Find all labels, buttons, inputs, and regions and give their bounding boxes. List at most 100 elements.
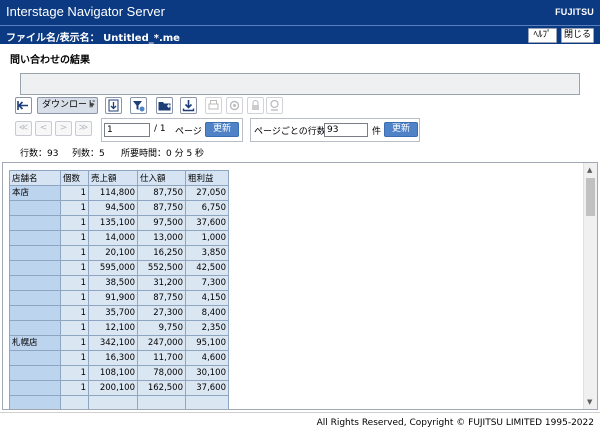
value-cell: 1,000 bbox=[185, 230, 229, 246]
store-name-cell bbox=[9, 200, 61, 216]
prev-page-button[interactable]: < bbox=[35, 121, 52, 136]
folder-add-button[interactable] bbox=[156, 97, 173, 114]
back-button[interactable] bbox=[15, 97, 32, 114]
lock-button[interactable] bbox=[247, 97, 264, 114]
column-count: 列数：5 bbox=[72, 149, 105, 159]
rows-per-page-input[interactable]: 93 bbox=[324, 123, 368, 137]
value-cell: 38,500 bbox=[88, 275, 138, 291]
table-row bbox=[9, 395, 229, 409]
store-name-cell bbox=[9, 230, 61, 246]
table-row: 札幌店 1 342,100 247,000 95,100 bbox=[9, 335, 229, 351]
column-header[interactable]: 粗利益 bbox=[185, 170, 229, 186]
value-cell: 108,100 bbox=[88, 365, 138, 381]
value-cell: 11,700 bbox=[137, 350, 186, 366]
value-cell: 1 bbox=[60, 245, 89, 261]
value-cell: 1 bbox=[60, 260, 89, 276]
table-row: 1 12,100 9,750 2,350 bbox=[9, 320, 229, 336]
column-header[interactable]: 店舗名 bbox=[9, 170, 61, 186]
section-title: 問い合わせの結果 bbox=[10, 55, 90, 66]
app-title: Interstage Navigator Server bbox=[6, 4, 165, 19]
config-button[interactable] bbox=[266, 97, 283, 114]
file-name-label: ファイル名/表示名： Untitled_*.me bbox=[6, 33, 180, 44]
column-header[interactable]: 仕入額 bbox=[137, 170, 186, 186]
value-cell: 27,050 bbox=[185, 185, 229, 201]
close-button[interactable]: 閉じる bbox=[561, 28, 594, 43]
value-cell: 135,100 bbox=[88, 215, 138, 231]
last-page-button[interactable]: ≫ bbox=[75, 121, 92, 136]
value-cell: 13,000 bbox=[137, 230, 186, 246]
column-header[interactable]: 個数 bbox=[60, 170, 89, 186]
rows-per-page-unit: 件 bbox=[372, 127, 382, 137]
value-cell: 162,500 bbox=[137, 380, 186, 396]
value-cell: 1 bbox=[60, 365, 89, 381]
rows-update-button[interactable]: 更新 bbox=[384, 122, 418, 137]
table-row: 1 108,100 78,000 30,100 bbox=[9, 365, 229, 381]
value-cell: 114,800 bbox=[88, 185, 138, 201]
value-cell: 97,500 bbox=[137, 215, 186, 231]
scroll-up-icon[interactable]: ▲ bbox=[587, 166, 592, 174]
value-cell: 14,000 bbox=[88, 230, 138, 246]
value-cell: 1 bbox=[60, 200, 89, 216]
value-cell: 342,100 bbox=[88, 335, 138, 351]
export-button[interactable] bbox=[105, 97, 122, 114]
value-cell: 200,100 bbox=[88, 380, 138, 396]
download-button[interactable] bbox=[180, 97, 197, 114]
value-cell: 6,750 bbox=[185, 200, 229, 216]
value-cell: 1 bbox=[60, 290, 89, 306]
value-cell bbox=[185, 395, 229, 409]
store-name-cell bbox=[9, 380, 61, 396]
scroll-down-icon[interactable]: ▼ bbox=[587, 398, 592, 406]
folder-add-icon bbox=[158, 102, 171, 111]
value-cell: 1 bbox=[60, 185, 89, 201]
settings-button[interactable] bbox=[226, 97, 243, 114]
value-cell: 4,150 bbox=[185, 290, 229, 306]
store-name-cell bbox=[9, 215, 61, 231]
value-cell: 12,100 bbox=[88, 320, 138, 336]
value-cell: 1 bbox=[60, 335, 89, 351]
table-row: 1 595,000 552,500 42,500 bbox=[9, 260, 229, 276]
page-update-button[interactable]: 更新 bbox=[205, 122, 239, 137]
value-cell: 35,700 bbox=[88, 305, 138, 321]
store-name-cell: 本店 bbox=[9, 185, 61, 201]
elapsed-time: 所要時間：0 分 5 秒 bbox=[121, 149, 205, 159]
settings-icon bbox=[229, 100, 240, 111]
table-row: 1 35,700 27,300 8,400 bbox=[9, 305, 229, 321]
store-name-cell: 札幌店 bbox=[9, 335, 61, 351]
value-cell: 30,100 bbox=[185, 365, 229, 381]
download-label: ダウンロード bbox=[42, 100, 97, 110]
value-cell: 1 bbox=[60, 350, 89, 366]
filter-button[interactable] bbox=[130, 97, 147, 114]
footer: All Rights Reserved, Copyright © FUJITSU… bbox=[0, 412, 600, 431]
result-grid[interactable]: 店舗名 個数 売上額 仕入額 粗利益 本店 1 114,800 87,750 27,050 1 94… bbox=[2, 162, 598, 410]
page-input[interactable]: 1 bbox=[104, 123, 150, 137]
column-header[interactable]: 売上額 bbox=[88, 170, 138, 186]
value-cell: 42,500 bbox=[185, 260, 229, 276]
table-row: 本店 1 114,800 87,750 27,050 bbox=[9, 185, 229, 201]
table-row: 1 94,500 87,750 6,750 bbox=[9, 200, 229, 216]
value-cell: 9,750 bbox=[137, 320, 186, 336]
value-cell bbox=[88, 395, 138, 409]
value-cell: 87,750 bbox=[137, 200, 186, 216]
value-cell bbox=[60, 395, 89, 409]
table-header-row: 店舗名 個数 売上額 仕入額 粗利益 bbox=[9, 170, 229, 186]
value-cell: 78,000 bbox=[137, 365, 186, 381]
config-icon bbox=[270, 99, 279, 111]
store-name-cell bbox=[9, 260, 61, 276]
value-cell: 87,750 bbox=[137, 185, 186, 201]
value-cell: 7,300 bbox=[185, 275, 229, 291]
value-cell: 16,300 bbox=[88, 350, 138, 366]
value-cell: 1 bbox=[60, 380, 89, 396]
print-button[interactable] bbox=[205, 97, 222, 114]
help-button[interactable]: ﾍﾙﾌﾟ bbox=[528, 28, 557, 43]
result-table: 店舗名 個数 売上額 仕入額 粗利益 本店 1 114,800 87,750 27,050 1 94… bbox=[9, 170, 229, 409]
scrollbar-thumb[interactable] bbox=[586, 178, 595, 216]
store-name-cell bbox=[9, 365, 61, 381]
next-page-button[interactable]: > bbox=[55, 121, 72, 136]
store-name-cell bbox=[9, 275, 61, 291]
page-word: ページ bbox=[175, 127, 202, 137]
value-cell: 87,750 bbox=[137, 290, 186, 306]
first-page-button[interactable]: ≪ bbox=[15, 121, 32, 136]
vertical-scrollbar[interactable]: ▲ ▼ bbox=[583, 163, 597, 409]
download-dropdown[interactable]: ダウンロード ▾ bbox=[37, 97, 98, 114]
value-cell: 16,250 bbox=[137, 245, 186, 261]
